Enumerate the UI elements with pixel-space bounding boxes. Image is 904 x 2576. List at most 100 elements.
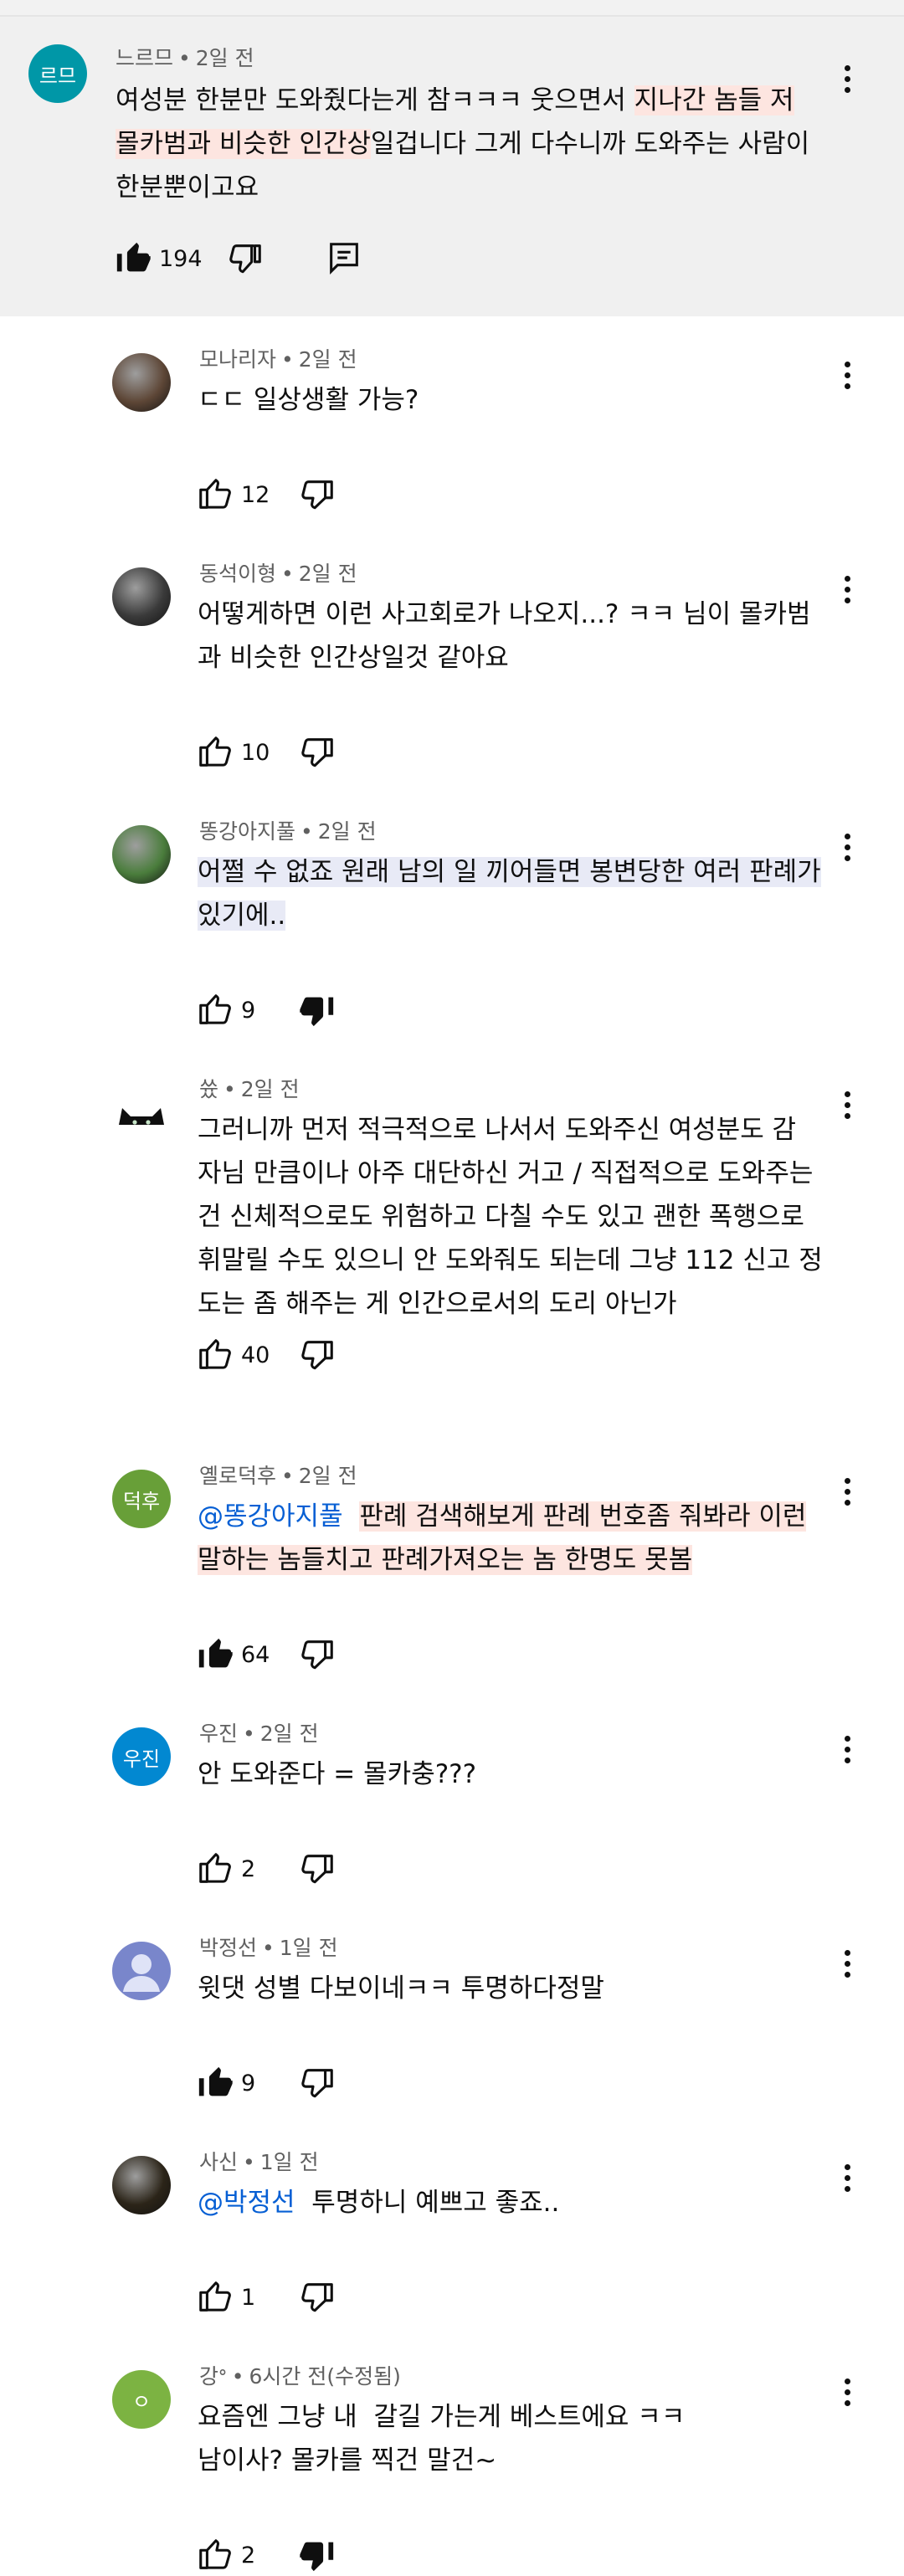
timestamp: 2일 전	[298, 1464, 357, 1488]
timestamp: 1일 전	[259, 2150, 319, 2174]
comment-meta: 느르므 • 2일 전	[116, 46, 254, 70]
reply-icon	[329, 243, 358, 275]
avatar[interactable]	[112, 567, 171, 626]
mention-link[interactable]: @똥강아지풀	[198, 1501, 343, 1532]
thumbs-down-icon	[301, 2069, 333, 2098]
thumbs-up-icon	[199, 2281, 231, 2312]
dislike-button[interactable]	[298, 2536, 336, 2574]
like-count: 9	[241, 997, 256, 1024]
like-count: 64	[241, 1641, 270, 1668]
reply-comment: 사신 • 1일 전 @박정선 투명하니 예쁘고 좋죠.. 1	[0, 2136, 904, 2337]
timestamp: 2일 전	[298, 562, 357, 586]
dislike-button[interactable]	[298, 1336, 336, 1374]
like-button[interactable]: 40	[196, 1336, 275, 1374]
like-button[interactable]: 9	[196, 991, 275, 1029]
comment-actions: 10	[196, 731, 336, 773]
like-button[interactable]: 2	[196, 2536, 275, 2574]
comment-actions: 1	[196, 2276, 336, 2318]
thumbs-up-icon	[199, 479, 231, 509]
dislike-button[interactable]	[298, 475, 336, 514]
like-button[interactable]: 1	[196, 2278, 275, 2317]
comment-text: 어떻게하면 이런 사고회로가 나오지...? ㅋㅋ 님이 몰카범 과 비슷한 인…	[198, 599, 811, 673]
like-button[interactable]: 2	[196, 1850, 275, 1888]
reply-comment: 박정선 • 1일 전윗댓 성별 다보이네ㅋㅋ 투명하다정말 9	[0, 1922, 904, 2122]
author-name[interactable]: 우진	[199, 1722, 238, 1746]
author-name[interactable]: 쓨	[199, 1077, 218, 1101]
avatar[interactable]	[112, 1942, 171, 2000]
comment-text: 윗댓 성별 다보이네ㅋㅋ 투명하다정말	[198, 1973, 604, 2004]
author-name[interactable]: 박정선	[199, 1936, 257, 1960]
dislike-button[interactable]	[298, 1635, 336, 1674]
reply-comment: 쓨 • 2일 전그러니까 먼저 적극적으로 나서서 도와주신 여성분도 감 자님 만…	[0, 1063, 904, 1370]
thumbs-down-icon	[229, 244, 261, 274]
like-button[interactable]: 10	[196, 733, 275, 772]
author-name[interactable]: 똥강아지풀	[199, 819, 295, 844]
comment-text: @똥강아지풀 판례 검색해보게 판례 번호좀 줘봐라 이런 말하는 놈들치고 판…	[198, 1501, 807, 1575]
mention-link[interactable]: @박정선	[198, 2188, 295, 2218]
author-name[interactable]: 옐로덕후	[199, 1464, 276, 1488]
like-button[interactable]: 64	[196, 1635, 275, 1674]
avatar[interactable]	[112, 2156, 171, 2214]
thumbs-down-icon	[301, 738, 333, 767]
author-name[interactable]: 사신	[199, 2150, 238, 2174]
author-name[interactable]: 동석이형	[199, 562, 276, 586]
thumbs-up-icon	[199, 1339, 231, 1369]
thumbs-up-icon	[198, 1638, 233, 1668]
comment-meta: 옐로덕후 • 2일 전	[199, 1464, 357, 1488]
reply-comment: 우진 우진 • 2일 전안 도와준다 = 몰카충??? 2	[0, 1707, 904, 1908]
reply-comment: ㅇ 강ᐤ • 6시간 전(수정됨) 요즘엔 그냥 내 갈길 가는게 베스트에요 ㅋㅋ 남…	[0, 2350, 904, 2572]
thumbs-down-icon	[301, 480, 333, 510]
reply-comment: 모나리자 • 2일 전 ㄷㄷ 일상생활 가능? 12	[0, 333, 904, 534]
dislike-button[interactable]	[298, 2064, 336, 2102]
like-button[interactable]: 9	[196, 2064, 275, 2102]
comment-actions: 64	[196, 1634, 336, 1675]
avatar[interactable]	[112, 1083, 171, 1142]
comment-text: 안 도와준다 = 몰카충???	[198, 1759, 477, 1789]
comment-text: 어쩔 수 없죠 원래 남의 일 끼어들면 봉변당한 여러 판례가 있기에..	[198, 857, 821, 931]
comment-actions: 2	[196, 1848, 336, 1890]
avatar[interactable]: 르므	[28, 44, 87, 103]
dislike-button[interactable]	[298, 733, 336, 772]
like-count: 1	[241, 2284, 256, 2311]
avatar[interactable]	[112, 353, 171, 412]
dislike-button[interactable]	[298, 1850, 336, 1888]
comment-actions: 40	[196, 1334, 336, 1376]
comment-actions: 12	[196, 474, 336, 516]
like-count: 10	[241, 739, 270, 766]
like-button[interactable]: 194	[114, 239, 203, 278]
reply-button[interactable]	[325, 239, 363, 278]
thumbs-up-icon	[198, 2066, 233, 2096]
comment-text: 요즘엔 그냥 내 갈길 가는게 베스트에요 ㅋㅋ 남이사? 몰카를 찍건 말건~	[198, 2402, 686, 2476]
author-name[interactable]: 모나리자	[199, 347, 276, 372]
comment-text: 그러니까 먼저 적극적으로 나서서 도와주신 여성분도 감 자님 만큼이나 아주…	[198, 1115, 823, 1319]
like-count: 9	[241, 2070, 256, 2096]
thumbs-down-icon	[300, 2542, 334, 2572]
author-name[interactable]: 강ᐤ	[199, 2364, 227, 2389]
like-button[interactable]: 12	[196, 475, 275, 514]
parent-comment: 르므 느르므 • 2일 전 여성분 한분만 도와줬다는게 참ㅋㅋㅋ 웃으면서 지나간…	[0, 17, 904, 316]
dislike-button[interactable]	[226, 239, 265, 278]
comment-meta: 쓨 • 2일 전	[199, 1077, 300, 1101]
timestamp: 2일 전	[317, 819, 377, 844]
comment-meta: 강ᐤ • 6시간 전(수정됨)	[199, 2364, 401, 2389]
like-count: 40	[241, 1342, 270, 1368]
comment-meta: 모나리자 • 2일 전	[199, 347, 357, 372]
reply-comment: 똥강아지풀 • 2일 전 어쩔 수 없죠 원래 남의 일 끼어들면 봉변당한 여러 판…	[0, 805, 904, 1027]
avatar[interactable]: 우진	[112, 1727, 171, 1786]
thumbs-up-icon	[199, 1853, 231, 1883]
timestamp: 2일 전	[195, 46, 254, 70]
thumbs-down-icon	[301, 1640, 333, 1670]
dislike-button[interactable]	[298, 2278, 336, 2317]
comment-meta: 사신 • 1일 전	[199, 2150, 319, 2174]
author-name[interactable]: 느르므	[116, 46, 173, 70]
avatar[interactable]: ㅇ	[112, 2370, 171, 2429]
comment-meta: 박정선 • 1일 전	[199, 1936, 338, 1960]
timestamp: 2일 전	[298, 347, 357, 372]
avatar[interactable]	[112, 825, 171, 884]
timestamp: 6시간 전(수정됨)	[249, 2364, 401, 2389]
dislike-button[interactable]	[298, 991, 336, 1029]
comment-meta: 동석이형 • 2일 전	[199, 562, 357, 586]
reply-comment: 덕후 옐로덕후 • 2일 전 @똥강아지풀 판례 검색해보게 판례 번호좀 줘봐라 이런…	[0, 1450, 904, 1670]
avatar[interactable]: 덕후	[112, 1470, 171, 1528]
person-icon	[123, 1954, 160, 1992]
